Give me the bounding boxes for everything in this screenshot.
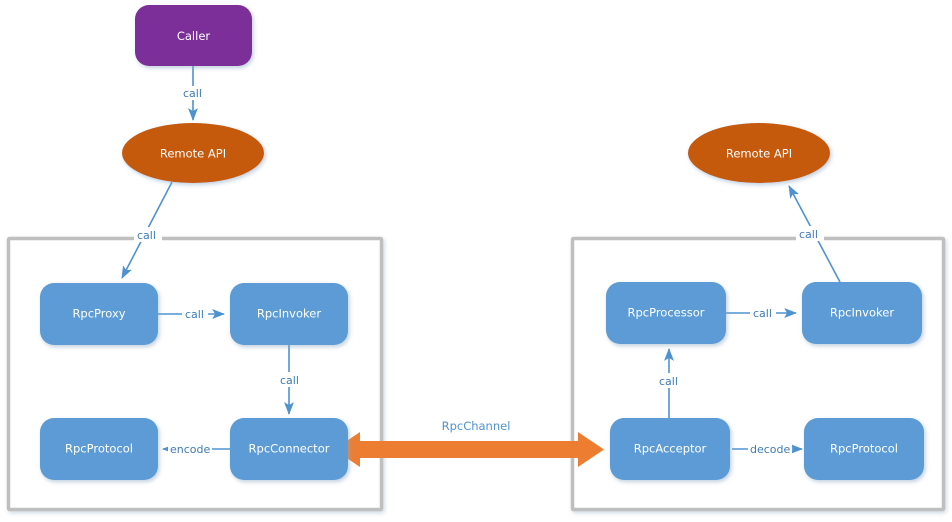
edge-label-text: call: [753, 307, 772, 320]
node-rpc-invoker-left-label: RpcInvoker: [257, 307, 321, 321]
edge-label-text: call: [659, 375, 678, 388]
edge-label-encode: encode: [168, 442, 212, 457]
node-rpc-invoker-right[interactable]: RpcInvoker: [802, 282, 922, 344]
node-rpc-protocol-left-label: RpcProtocol: [65, 442, 133, 456]
edge-label-processor-invoker-call: call: [750, 306, 776, 321]
edge-label-invoker-remote-api-call: call: [796, 226, 824, 241]
diagram-canvas: Caller Remote API Remote API RpcProxy Rp…: [0, 0, 952, 522]
edge-label-proxy-invoker-call: call: [182, 307, 208, 322]
edge-label-text: call: [185, 308, 204, 321]
node-rpc-invoker-left[interactable]: RpcInvoker: [230, 283, 348, 345]
node-rpc-invoker-right-label: RpcInvoker: [830, 306, 894, 320]
edge-label-acceptor-processor-call: call: [656, 373, 682, 388]
edge-label-text: call: [183, 87, 202, 100]
edge-label-text: call: [280, 374, 299, 387]
node-rpc-processor-label: RpcProcessor: [627, 306, 704, 320]
edge-label-text: call: [137, 229, 156, 242]
edge-label-text: call: [799, 228, 818, 241]
node-rpc-processor[interactable]: RpcProcessor: [606, 282, 726, 344]
node-rpc-proxy-label: RpcProxy: [72, 307, 125, 321]
node-rpc-protocol-right[interactable]: RpcProtocol: [804, 418, 924, 480]
diagram-svg: Caller Remote API Remote API RpcProxy Rp…: [6, 5, 946, 512]
edge-label-caller-call: call: [180, 86, 206, 100]
node-remote-api-right-label: Remote API: [726, 147, 792, 161]
node-rpc-connector[interactable]: RpcConnector: [230, 418, 348, 480]
edge-label-text: decode: [750, 443, 791, 456]
node-rpc-proxy[interactable]: RpcProxy: [40, 283, 158, 345]
node-remote-api-left-label: Remote API: [160, 147, 226, 161]
node-remote-api-right[interactable]: Remote API: [688, 123, 830, 183]
edge-label-remote-api-call: call: [134, 227, 162, 242]
node-rpc-protocol-left[interactable]: RpcProtocol: [40, 418, 158, 480]
edge-label-decode: decode: [748, 442, 792, 457]
node-rpc-acceptor-label: RpcAcceptor: [634, 442, 707, 456]
edge-label-rpc-channel: RpcChannel: [442, 419, 511, 433]
edge-label-text: encode: [170, 443, 210, 456]
node-remote-api-left[interactable]: Remote API: [122, 123, 264, 183]
node-rpc-protocol-right-label: RpcProtocol: [830, 442, 898, 456]
node-rpc-acceptor[interactable]: RpcAcceptor: [610, 418, 730, 480]
node-rpc-connector-label: RpcConnector: [249, 442, 330, 456]
node-caller-label: Caller: [177, 29, 211, 43]
node-caller[interactable]: Caller: [135, 5, 252, 66]
edge-label-text: RpcChannel: [442, 419, 511, 433]
edge-label-invoker-connector-call: call: [277, 372, 303, 387]
